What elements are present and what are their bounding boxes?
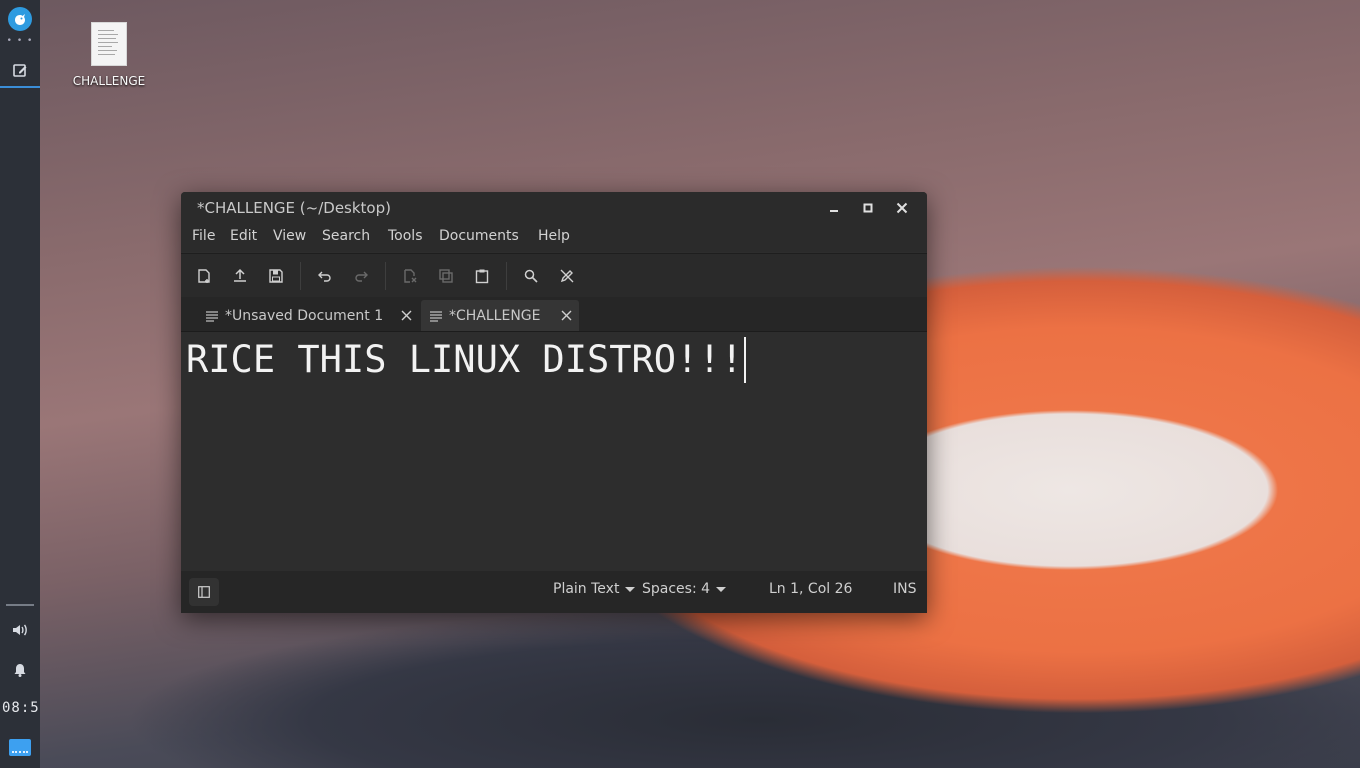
clock[interactable]: 08:5	[0, 700, 42, 716]
document-lines-icon	[206, 310, 218, 322]
menu-bar: File Edit View Search Tools Documents He…	[181, 224, 927, 252]
maximize-button[interactable]	[857, 198, 879, 218]
window-title: *CHALLENGE (~/Desktop)	[197, 199, 391, 217]
menu-file[interactable]: File	[192, 228, 215, 244]
active-task-indicator	[0, 86, 40, 88]
copy-icon[interactable]	[435, 265, 457, 287]
menu-search[interactable]: Search	[322, 228, 370, 244]
cursor-position[interactable]: Ln 1, Col 26	[769, 581, 852, 597]
tab-challenge[interactable]: *CHALLENGE	[421, 300, 579, 331]
panel-dots: • • •	[6, 36, 34, 46]
tab-close-icon[interactable]	[399, 308, 413, 322]
title-bar[interactable]: *CHALLENGE (~/Desktop)	[181, 192, 927, 224]
close-button[interactable]	[891, 198, 913, 218]
open-icon[interactable]	[229, 265, 251, 287]
menu-tools[interactable]: Tools	[388, 228, 423, 244]
sidebar-toggle-button[interactable]	[189, 578, 219, 606]
side-panel: • • • 08:5	[0, 0, 40, 768]
text-editor-task-icon[interactable]	[0, 54, 40, 86]
menu-documents[interactable]: Documents	[439, 228, 519, 244]
text-cursor	[743, 337, 746, 383]
desktop-icon-label: CHALLENGE	[72, 74, 146, 88]
minimize-button[interactable]	[823, 198, 845, 218]
show-desktop-icon[interactable]	[9, 739, 31, 756]
menu-edit[interactable]: Edit	[230, 228, 257, 244]
save-icon[interactable]	[265, 265, 287, 287]
text-editor-window: *CHALLENGE (~/Desktop) File Edit View Se…	[181, 192, 927, 613]
menu-help[interactable]: Help	[538, 228, 570, 244]
cut-icon[interactable]	[399, 265, 421, 287]
toolbar-separator	[385, 262, 386, 290]
sidebar-icon	[198, 586, 210, 598]
chevron-down-icon	[625, 586, 636, 592]
find-icon[interactable]	[520, 265, 542, 287]
indent-selector[interactable]: Spaces: 4	[642, 581, 727, 597]
language-label: Plain Text	[553, 581, 620, 597]
tab-unsaved-document-1[interactable]: *Unsaved Document 1	[197, 300, 419, 331]
undo-icon[interactable]	[314, 265, 336, 287]
status-bar: Plain Text Spaces: 4 Ln 1, Col 26 INS	[181, 571, 927, 613]
tab-label: *CHALLENGE	[449, 307, 541, 324]
volume-icon[interactable]	[0, 620, 40, 640]
redo-icon[interactable]	[350, 265, 372, 287]
menu-view[interactable]: View	[273, 228, 306, 244]
toolbar-separator	[300, 262, 301, 290]
insert-mode: INS	[893, 581, 917, 597]
document-content: RICE THIS LINUX DISTRO!!!	[186, 338, 743, 381]
app-menu-icon[interactable]	[8, 7, 32, 31]
desktop-file-icon[interactable]: CHALLENGE	[70, 22, 148, 88]
language-selector[interactable]: Plain Text	[553, 581, 636, 597]
notification-bell-icon[interactable]	[0, 660, 40, 680]
paste-icon[interactable]	[471, 265, 493, 287]
toolbar	[181, 253, 927, 298]
new-document-icon[interactable]	[193, 265, 215, 287]
tab-bar: *Unsaved Document 1 *CHALLENGE	[181, 297, 927, 332]
document-lines-icon	[430, 310, 442, 322]
panel-separator	[6, 604, 34, 606]
indent-label: Spaces: 4	[642, 581, 711, 597]
chevron-down-icon	[716, 586, 727, 592]
find-replace-icon[interactable]	[556, 265, 578, 287]
tab-close-icon[interactable]	[559, 308, 573, 322]
tab-label: *Unsaved Document 1	[225, 307, 384, 324]
toolbar-separator	[506, 262, 507, 290]
text-editor-area[interactable]: RICE THIS LINUX DISTRO!!!	[181, 332, 927, 570]
text-file-icon	[91, 22, 127, 66]
